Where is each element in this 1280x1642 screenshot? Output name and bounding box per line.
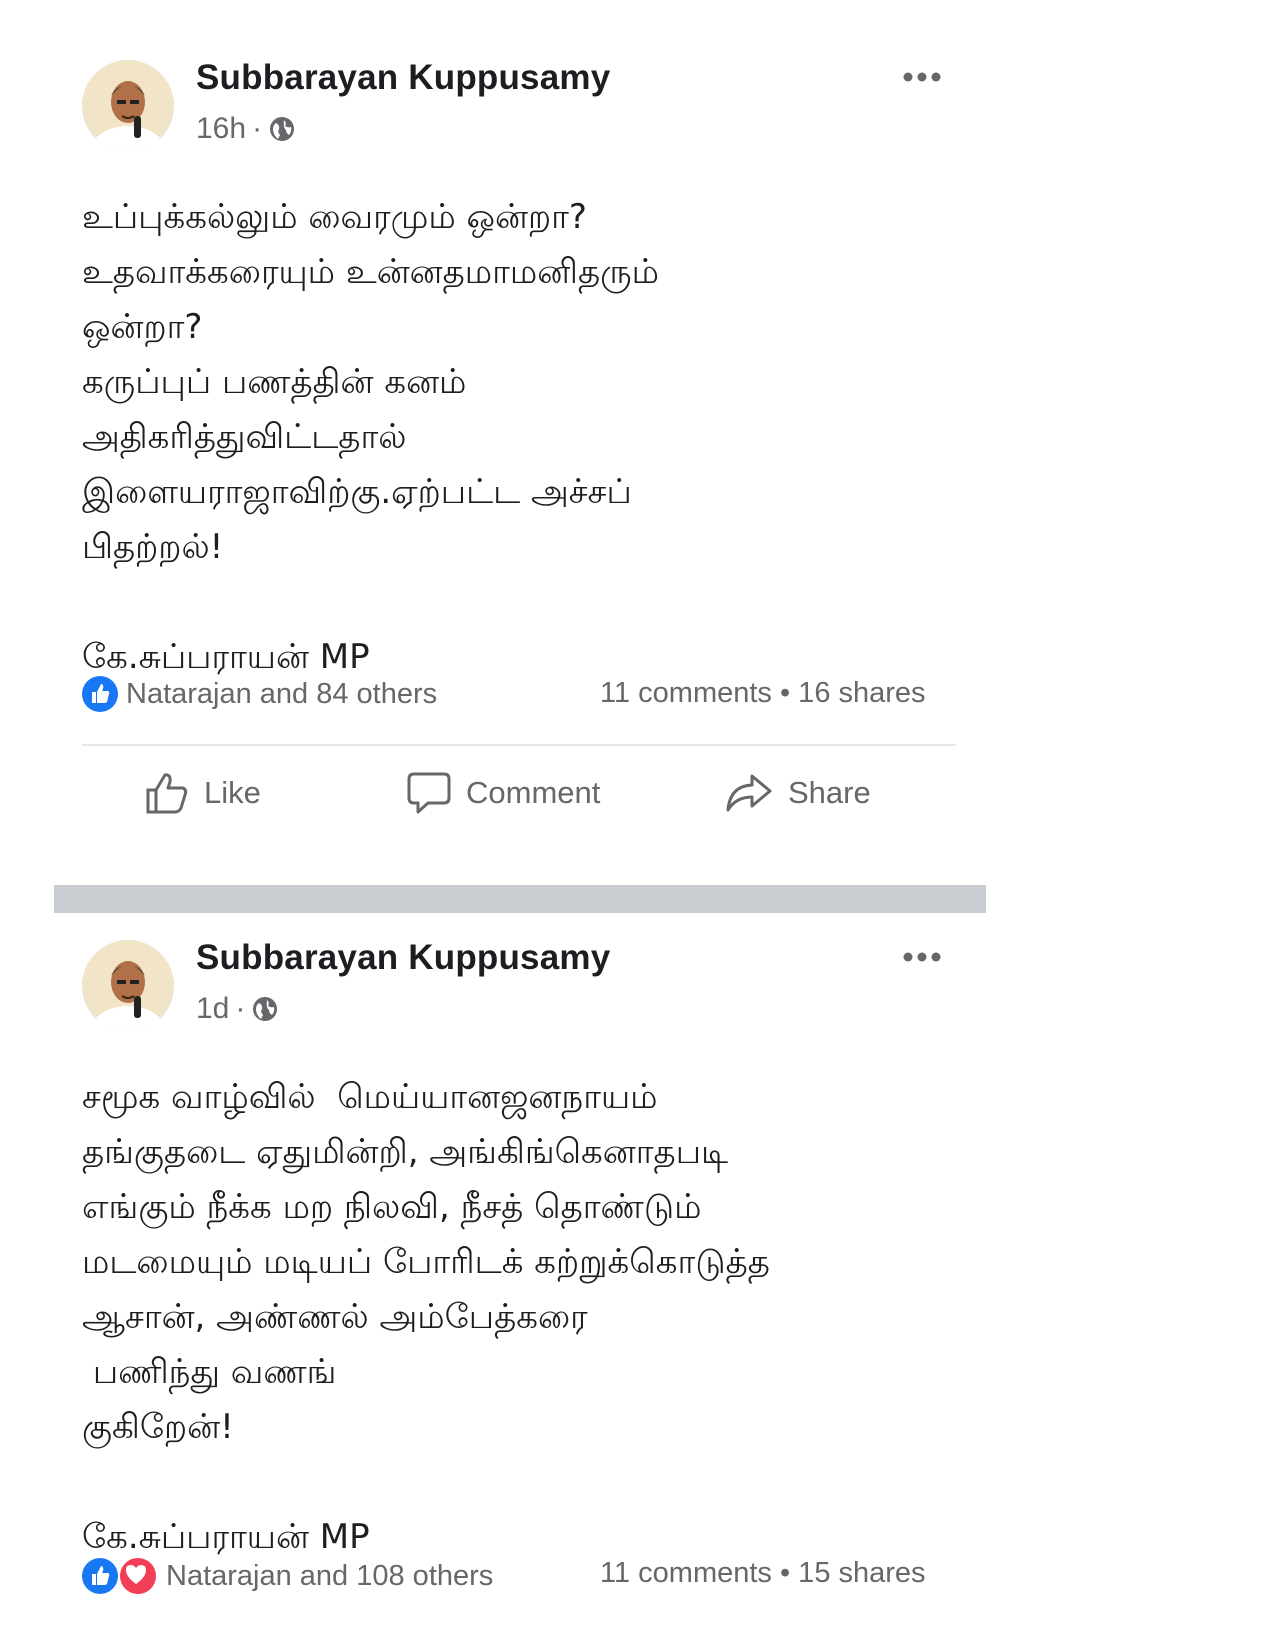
reactions-text: Natarajan and 108 others	[166, 1559, 494, 1592]
reactions-summary[interactable]: Natarajan and 108 others	[82, 1556, 493, 1596]
news-feed: Subbarayan Kuppusamy 16h · உப்புக்கல்லும…	[0, 0, 1280, 1642]
reactions-text: Natarajan and 84 others	[126, 677, 438, 710]
post-time[interactable]: 16h	[196, 112, 246, 146]
comments-shares-count[interactable]: 11 comments • 15 shares	[600, 1557, 926, 1590]
more-options-icon[interactable]	[900, 62, 944, 92]
like-button[interactable]: Like	[144, 770, 261, 816]
reactions-summary[interactable]: Natarajan and 84 others	[82, 676, 437, 712]
post-meta: 16h ·	[196, 112, 296, 146]
post-actions: Like Comment Share	[82, 770, 956, 830]
love-reaction-icon	[118, 1556, 158, 1596]
globe-icon	[253, 997, 278, 1021]
comment-button[interactable]: Comment	[406, 770, 600, 816]
author-name[interactable]: Subbarayan Kuppusamy	[196, 938, 610, 978]
like-reaction-icon	[82, 1558, 118, 1594]
post-time[interactable]: 1d	[196, 992, 229, 1026]
avatar[interactable]	[82, 60, 174, 152]
comment-label: Comment	[466, 775, 601, 810]
comment-icon	[407, 772, 451, 814]
post-text: சமூக வாழ்வில் மெய்யானஜனநாயம் தங்குதடை ஏத…	[82, 1077, 770, 1557]
meta-separator: ·	[235, 992, 246, 1025]
share-label: Share	[788, 775, 871, 810]
share-icon	[726, 774, 772, 812]
like-reaction-icon	[82, 676, 118, 712]
thumbs-up-icon	[146, 773, 188, 814]
post-separator	[54, 885, 986, 913]
meta-separator: ·	[252, 112, 263, 145]
author-name[interactable]: Subbarayan Kuppusamy	[196, 58, 610, 98]
more-options-icon[interactable]	[900, 942, 944, 972]
like-label: Like	[204, 775, 261, 810]
globe-icon	[270, 117, 295, 141]
avatar[interactable]	[82, 940, 174, 1032]
divider	[82, 744, 956, 746]
post-text: உப்புக்கல்லும் வைரமும் ஒன்றா? உதவாக்கரைய…	[82, 197, 659, 677]
comments-shares-count[interactable]: 11 comments • 16 shares	[600, 677, 926, 710]
post-meta: 1d ·	[196, 992, 279, 1026]
share-button[interactable]: Share	[724, 770, 871, 816]
